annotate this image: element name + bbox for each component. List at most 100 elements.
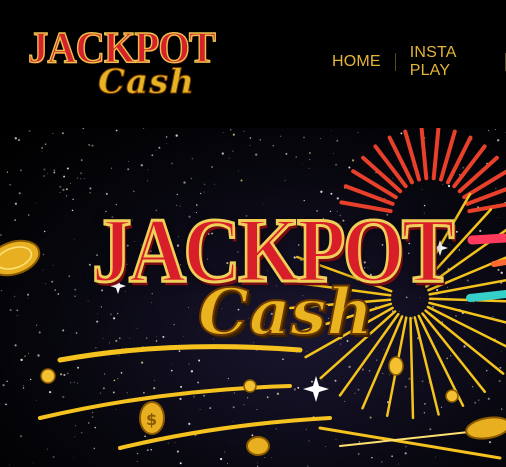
star-dot [88,263,91,266]
star-dot [487,129,490,132]
star-dot [51,280,54,283]
star-dot [259,139,261,141]
star-dot [358,441,361,443]
star-dot [371,456,373,459]
star-dot [110,167,113,169]
star-dot [151,302,153,303]
star-dot [44,230,46,233]
star-dot [458,249,460,251]
star-dot [142,128,145,129]
star-dot [408,377,411,380]
nav-divider [394,53,396,71]
star-dot [249,145,251,147]
star-dot [76,382,78,384]
star-dot [264,457,266,459]
star-dot [398,463,399,465]
star-dot [280,135,282,137]
star-dot [232,421,234,422]
star-dot [136,452,139,455]
star-dot [398,310,400,312]
star-dot [306,351,308,353]
star-dot [442,184,443,185]
star-dot [303,136,305,139]
star-dot [94,426,97,429]
star-dot [381,461,383,463]
star-dot [232,133,235,136]
star-dot [100,306,102,308]
star-dot [478,399,480,401]
nav-insta-play-link[interactable]: INSTA PLAY [410,44,491,80]
star-dot [369,416,372,419]
star-dot [76,177,79,179]
star-dot [193,396,195,398]
star-dot [211,166,213,168]
star-dot [466,303,468,304]
gold-coin-icon [243,379,257,393]
star-dot [97,313,98,315]
star-dot [80,159,83,161]
star-dot [240,179,243,182]
star-dot [108,342,111,344]
star-dot [146,449,149,452]
star-dot [9,309,12,312]
star-dot [320,190,323,193]
star-dot [61,132,64,135]
star-dot [153,387,156,390]
star-dot [257,462,259,464]
star-dot [128,161,129,162]
jackpot-cash-logo[interactable]: JACKPOT Cash [27,25,272,106]
star-dot [27,293,30,296]
star-dot [6,171,8,173]
star-dot [188,422,191,425]
star-dot [203,183,206,185]
star-dot [74,436,76,438]
nav-home-link[interactable]: HOME [332,53,381,71]
star-dot [22,387,25,389]
star-dot [198,359,201,362]
svg-text:$: $ [146,410,157,429]
star-dot [354,392,356,394]
star-dot [47,172,48,174]
star-dot [112,391,115,394]
star-dot [65,195,68,197]
gold-coin-icon [465,416,506,440]
star-dot [335,439,337,440]
star-dot [156,336,158,338]
star-dot [440,406,443,408]
star-dot [471,386,474,388]
firework-ray [467,202,506,214]
star-dot [88,422,90,424]
star-dot [42,253,45,256]
star-dot [70,382,72,384]
star-dot [325,446,326,447]
star-dot [52,456,55,458]
star-dot [35,399,37,401]
star-dot [228,157,230,159]
star-dot [311,380,313,383]
star-dot [232,150,234,152]
star-dot [38,331,41,334]
star-dot [151,154,154,157]
star-dot [89,187,92,190]
star-dot [162,335,165,338]
star-dot [295,156,298,158]
star-dot [463,345,466,348]
star-dot [293,388,297,391]
firework-ray [419,128,429,181]
star-dot [59,373,63,376]
star-dot [429,428,432,431]
star-dot [117,312,119,315]
star-dot [188,363,190,365]
star-dot [232,406,235,409]
star-dot [383,348,385,350]
star-dot [334,163,338,166]
star-dot [275,428,277,430]
star-dot [391,455,393,458]
star-dot [27,297,29,299]
star-dot [495,187,497,190]
star-dot [238,170,240,172]
star-dot [136,328,138,329]
star-dot [284,179,286,181]
star-dot [103,387,105,390]
star-dot [243,404,245,406]
